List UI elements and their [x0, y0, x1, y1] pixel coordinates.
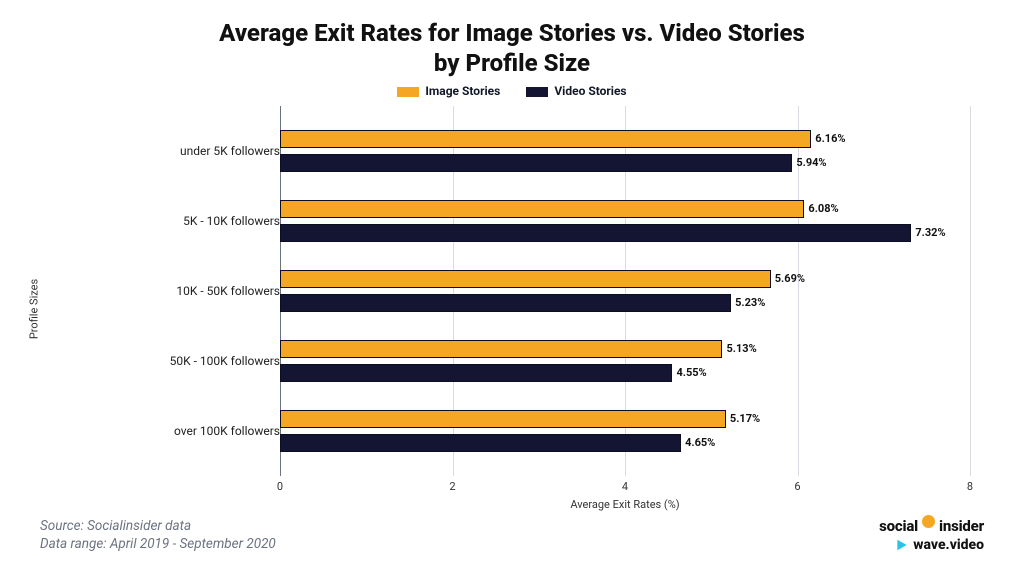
- logo-wv-text: wave.video: [913, 537, 984, 553]
- bar-video: [280, 364, 672, 382]
- x-tick: 8: [967, 480, 973, 493]
- page: Average Exit Rates for Image Stories vs.…: [0, 0, 1024, 561]
- category-row: under 5K followers 6.16% 5.94%: [100, 126, 970, 176]
- bar-image: [280, 130, 811, 148]
- chart-title-line1: Average Exit Rates for Image Stories vs.…: [219, 19, 805, 47]
- x-tick: 4: [622, 480, 628, 493]
- category-label: over 100K followers: [110, 424, 280, 438]
- source-note: Source: Socialinsider data Data range: A…: [40, 517, 276, 553]
- legend-item-image: Image Stories: [397, 84, 500, 98]
- category-label: 10K - 50K followers: [110, 284, 280, 298]
- legend-swatch-image: [397, 87, 419, 97]
- legend-label-video: Video Stories: [554, 84, 626, 98]
- footer: Source: Socialinsider data Data range: A…: [40, 517, 984, 553]
- bar-image: [280, 340, 722, 358]
- x-tick: 0: [277, 480, 283, 493]
- category-row: 10K - 50K followers 5.69% 5.23%: [100, 266, 970, 316]
- value-label-image: 5.13%: [726, 340, 756, 358]
- bars-group: 5.13% 4.55%: [280, 336, 970, 386]
- value-label-video: 5.23%: [735, 294, 765, 312]
- chart-title-line2: by Profile Size: [434, 49, 590, 77]
- bar-video: [280, 154, 792, 172]
- category-label: 50K - 100K followers: [110, 354, 280, 368]
- legend: Image Stories Video Stories: [40, 84, 984, 98]
- legend-label-image: Image Stories: [425, 84, 500, 98]
- category-row: 5K - 10K followers 6.08% 7.32%: [100, 196, 970, 246]
- chart-title: Average Exit Rates for Image Stories vs.…: [40, 18, 984, 78]
- legend-item-video: Video Stories: [526, 84, 626, 98]
- logo-si-text-a: social: [879, 517, 918, 535]
- bar-video: [280, 224, 911, 242]
- category-row: over 100K followers 5.17% 4.65%: [100, 406, 970, 456]
- play-icon: [895, 538, 909, 552]
- source-line1: Source: Socialinsider data: [40, 517, 276, 535]
- bars-group: 5.69% 5.23%: [280, 266, 970, 316]
- category-label: 5K - 10K followers: [110, 214, 280, 228]
- category-row: 50K - 100K followers 5.13% 4.55%: [100, 336, 970, 386]
- value-label-video: 7.32%: [915, 224, 945, 242]
- value-label-image: 6.08%: [808, 200, 838, 218]
- x-tick: 2: [449, 480, 455, 493]
- value-label-image: 5.17%: [730, 410, 760, 428]
- bars-group: 5.17% 4.65%: [280, 406, 970, 456]
- logos: social insider wave.video: [879, 517, 984, 553]
- value-label-image: 6.16%: [815, 130, 845, 148]
- value-label-video: 4.55%: [676, 364, 706, 382]
- bar-image: [280, 200, 804, 218]
- legend-swatch-video: [526, 87, 548, 97]
- bar-image: [280, 410, 726, 428]
- y-axis-label: Profile Sizes: [28, 278, 41, 338]
- bar-video: [280, 294, 731, 312]
- plot-area: 02468under 5K followers6.16%5.94%5K - 10…: [100, 106, 970, 476]
- gridline: [970, 106, 971, 476]
- chart: 0 2 4 6 8 under 5K followers 6.16% 5.94% 5K - 10…: [100, 106, 970, 511]
- logo-wavevideo: wave.video: [895, 537, 984, 553]
- bars-group: 6.08% 7.32%: [280, 196, 970, 246]
- bar-video: [280, 434, 681, 452]
- bar-image: [280, 270, 771, 288]
- sun-icon: [922, 515, 935, 528]
- logo-si-text-b: insider: [939, 517, 984, 535]
- value-label-image: 5.69%: [775, 270, 805, 288]
- logo-socialinsider: social insider: [879, 517, 984, 535]
- x-axis-label: Average Exit Rates (%): [280, 498, 970, 511]
- category-label: under 5K followers: [110, 144, 280, 158]
- value-label-video: 4.65%: [685, 434, 715, 452]
- bars-group: 6.16% 5.94%: [280, 126, 970, 176]
- source-line2: Data range: April 2019 - September 2020: [40, 535, 276, 553]
- value-label-video: 5.94%: [796, 154, 826, 172]
- x-tick: 6: [794, 480, 800, 493]
- chart-wrap: Profile Sizes 02468under 5K followers6.1…: [40, 106, 984, 511]
